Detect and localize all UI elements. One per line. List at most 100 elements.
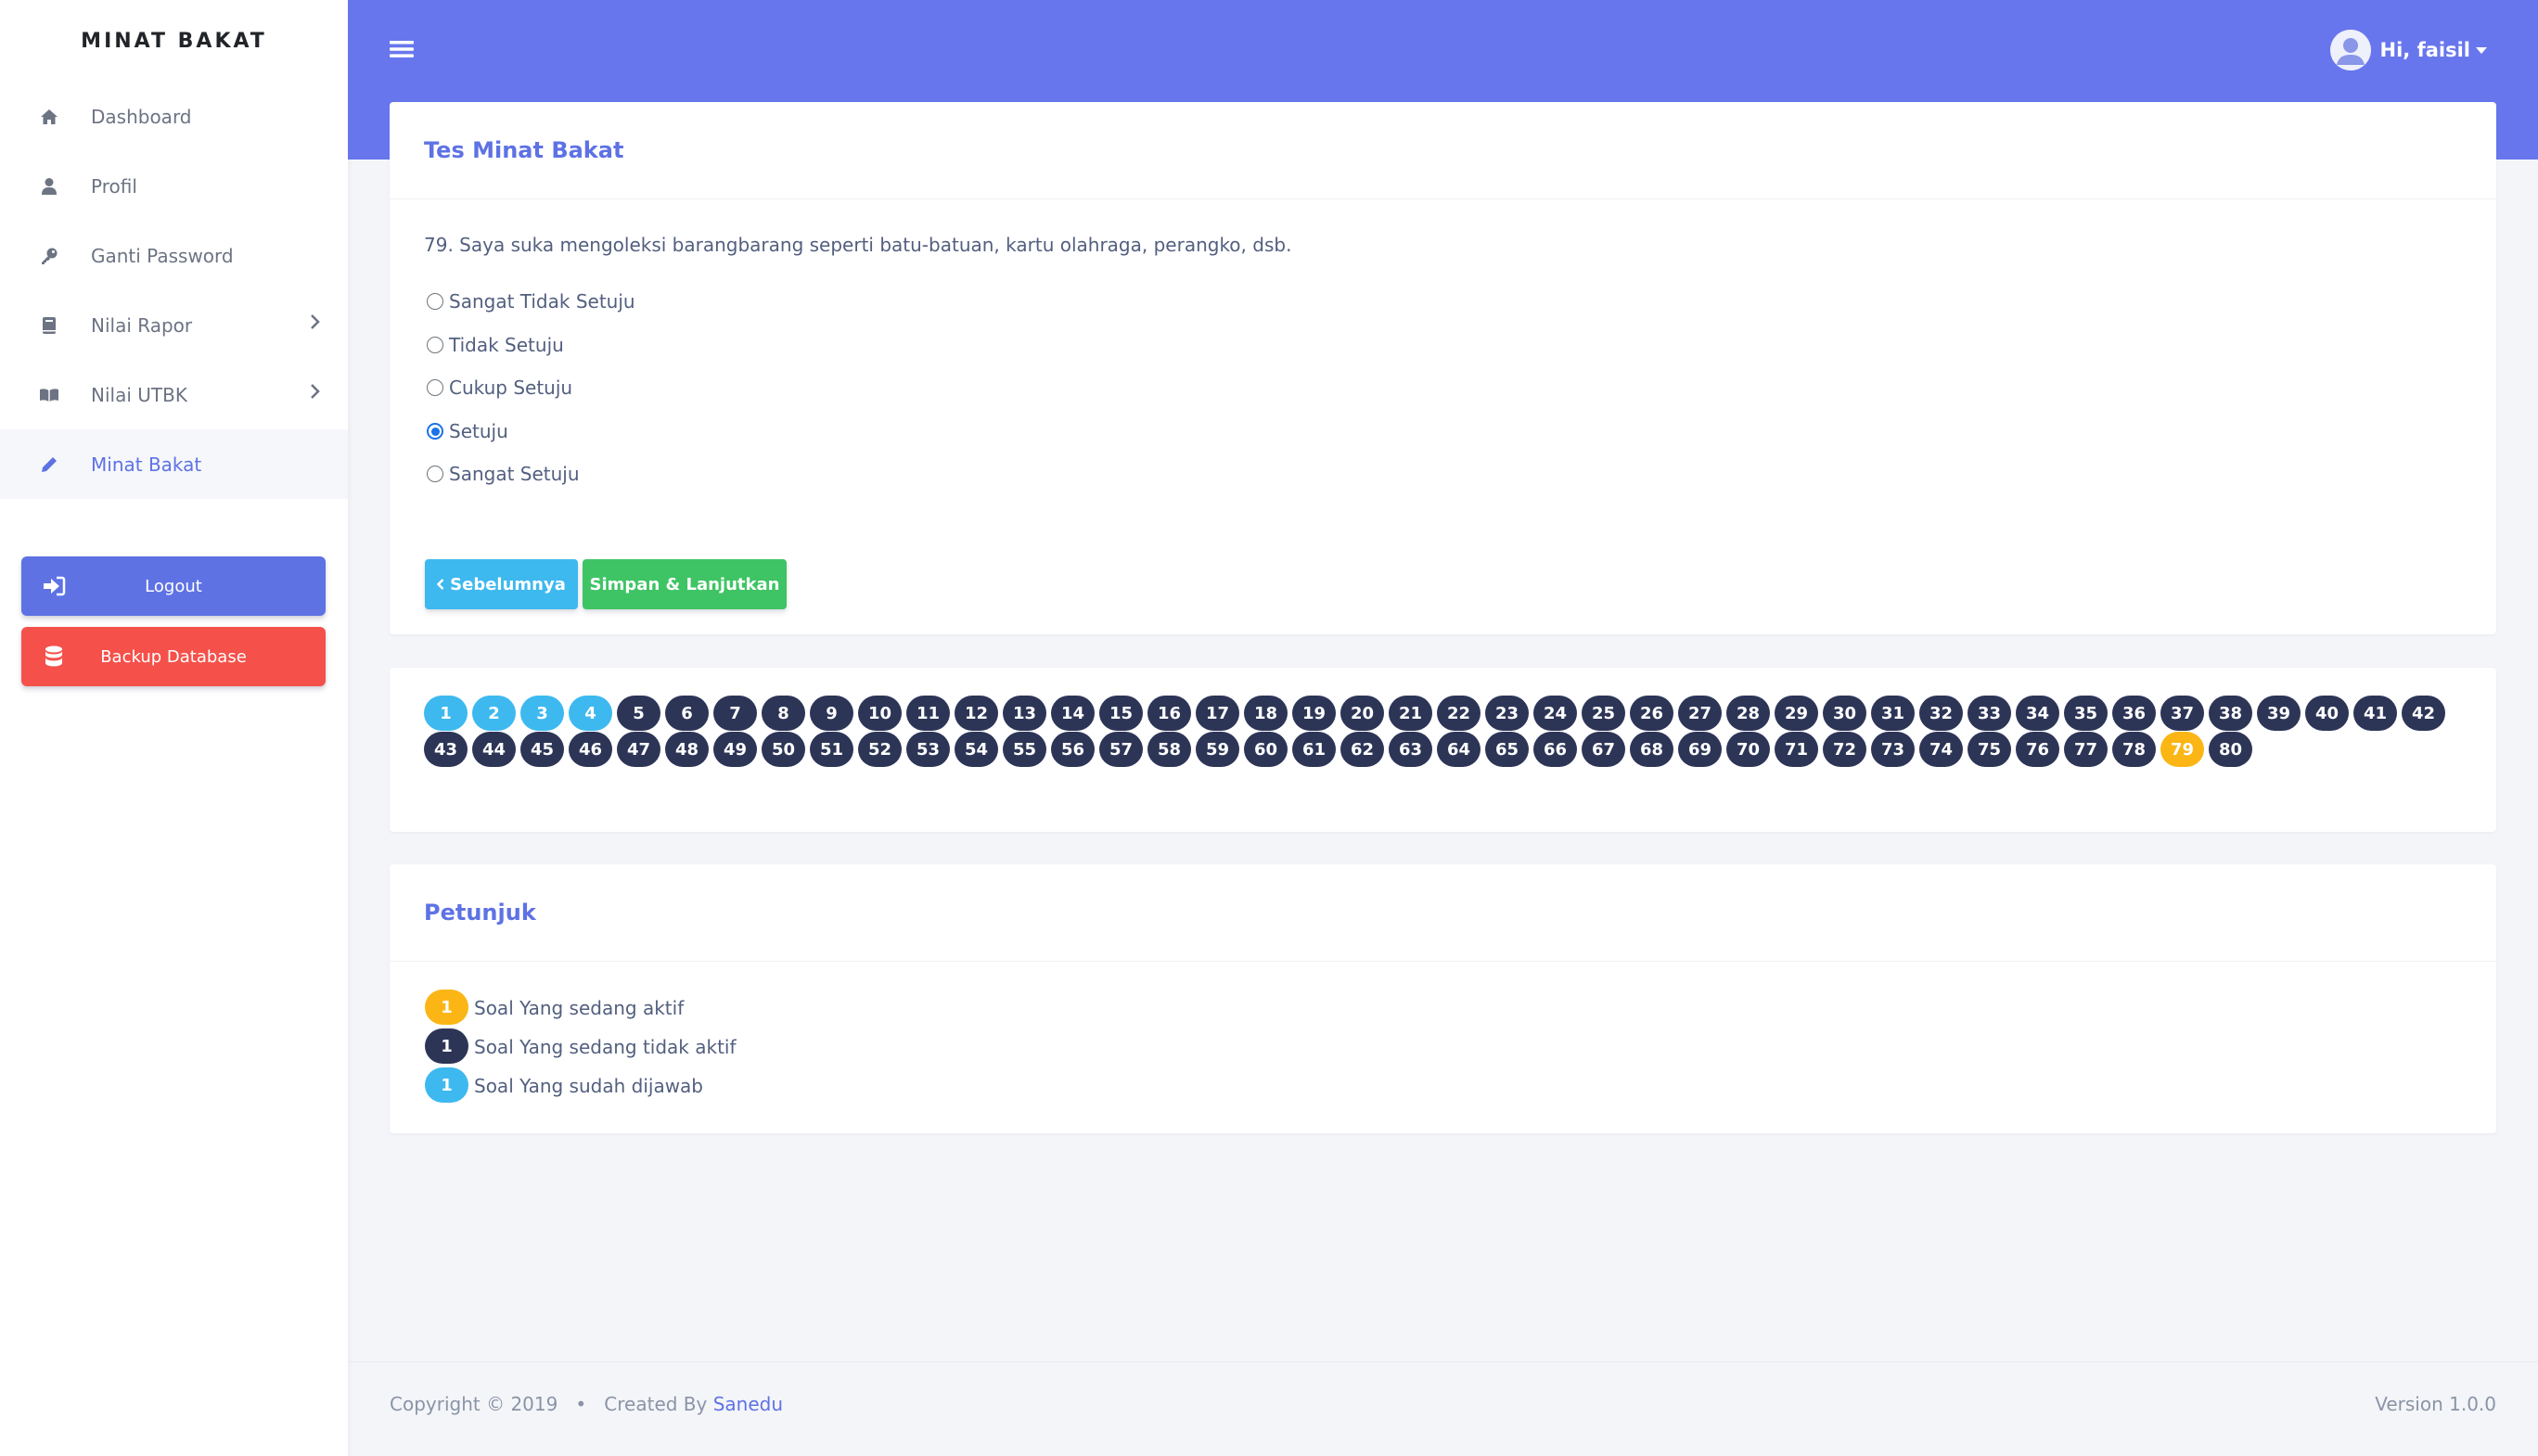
question-number-button[interactable]: 75 [1968,732,2011,767]
sidebar-item-ganti-password[interactable]: Ganti Password [0,221,348,290]
question-number-button[interactable]: 46 [569,732,612,767]
question-number-button[interactable]: 7 [713,696,757,731]
question-number-button[interactable]: 11 [906,696,950,731]
question-number-button[interactable]: 59 [1196,732,1239,767]
question-number-button[interactable]: 24 [1533,696,1577,731]
question-number-button[interactable]: 45 [520,732,564,767]
question-number-button[interactable]: 66 [1533,732,1577,767]
sidebar-item-nilai-rapor[interactable]: Nilai Rapor [0,290,348,360]
question-number-button[interactable]: 77 [2064,732,2108,767]
question-number-button[interactable]: 27 [1678,696,1722,731]
hamburger-menu-icon[interactable] [390,39,414,63]
question-number-button[interactable]: 4 [569,696,612,731]
question-number-button[interactable]: 32 [1919,696,1963,731]
question-number-button[interactable]: 51 [810,732,853,767]
sidebar-item-dashboard[interactable]: Dashboard [0,82,348,151]
question-number-button[interactable]: 55 [1003,732,1046,767]
question-number-button[interactable]: 28 [1726,696,1770,731]
question-number-button[interactable]: 9 [810,696,853,731]
question-number-button[interactable]: 13 [1003,696,1046,731]
option-sangat-tidak-setuju[interactable]: Sangat Tidak Setuju [427,290,635,313]
question-number-button[interactable]: 8 [762,696,805,731]
question-number-button[interactable]: 2 [472,696,516,731]
question-number-button[interactable]: 67 [1582,732,1625,767]
question-number-button[interactable]: 10 [858,696,902,731]
question-number-button[interactable]: 72 [1823,732,1866,767]
question-number-button[interactable]: 21 [1389,696,1432,731]
question-number-button[interactable]: 37 [2160,696,2204,731]
question-number-button[interactable]: 70 [1726,732,1770,767]
question-number-button[interactable]: 57 [1099,732,1143,767]
question-number-button[interactable]: 44 [472,732,516,767]
radio-button[interactable] [427,337,443,353]
question-number-button[interactable]: 47 [617,732,660,767]
question-number-button[interactable]: 26 [1630,696,1673,731]
save-next-button[interactable]: Simpan & Lanjutkan [583,559,787,609]
question-number-button[interactable]: 41 [2353,696,2397,731]
question-number-button[interactable]: 40 [2305,696,2349,731]
question-number-button[interactable]: 3 [520,696,564,731]
question-number-button[interactable]: 42 [2402,696,2445,731]
radio-button-selected[interactable] [427,423,443,440]
question-number-button[interactable]: 68 [1630,732,1673,767]
question-number-button[interactable]: 50 [762,732,805,767]
question-number-button[interactable]: 43 [424,732,468,767]
sidebar-item-profil[interactable]: Profil [0,151,348,221]
question-number-button[interactable]: 23 [1485,696,1529,731]
question-number-button[interactable]: 14 [1051,696,1095,731]
option-cukup-setuju[interactable]: Cukup Setuju [427,377,572,399]
question-number-button[interactable]: 25 [1582,696,1625,731]
question-number-button[interactable]: 71 [1775,732,1818,767]
option-setuju[interactable]: Setuju [427,420,508,442]
radio-button[interactable] [427,466,443,482]
question-number-button[interactable]: 61 [1292,732,1336,767]
option-tidak-setuju[interactable]: Tidak Setuju [427,334,564,356]
question-number-button[interactable]: 33 [1968,696,2011,731]
question-number-button[interactable]: 39 [2257,696,2301,731]
question-number-button[interactable]: 29 [1775,696,1818,731]
user-menu[interactable]: Hi, faisil [2329,30,2487,70]
question-number-button[interactable]: 38 [2209,696,2252,731]
question-number-button[interactable]: 76 [2016,732,2059,767]
question-number-button[interactable]: 54 [955,732,998,767]
question-number-button[interactable]: 36 [2112,696,2156,731]
sidebar-item-minat-bakat[interactable]: Minat Bakat [0,429,348,499]
question-number-button[interactable]: 73 [1871,732,1915,767]
question-number-button[interactable]: 16 [1147,696,1191,731]
question-number-button[interactable]: 49 [713,732,757,767]
question-number-button[interactable]: 17 [1196,696,1239,731]
question-number-button[interactable]: 74 [1919,732,1963,767]
question-number-button[interactable]: 12 [955,696,998,731]
question-number-button[interactable]: 31 [1871,696,1915,731]
option-sangat-setuju[interactable]: Sangat Setuju [427,463,580,485]
question-number-button[interactable]: 6 [665,696,709,731]
question-number-button[interactable]: 63 [1389,732,1432,767]
question-number-button[interactable]: 35 [2064,696,2108,731]
question-number-button[interactable]: 69 [1678,732,1722,767]
question-number-button[interactable]: 64 [1437,732,1480,767]
question-number-button[interactable]: 1 [424,696,468,731]
question-number-button[interactable]: 20 [1340,696,1384,731]
question-number-button[interactable]: 62 [1340,732,1384,767]
author-link[interactable]: Sanedu [713,1393,783,1415]
question-number-button[interactable]: 15 [1099,696,1143,731]
question-number-button[interactable]: 5 [617,696,660,731]
question-number-button[interactable]: 19 [1292,696,1336,731]
question-number-button[interactable]: 65 [1485,732,1529,767]
question-number-button[interactable]: 52 [858,732,902,767]
question-number-button[interactable]: 58 [1147,732,1191,767]
logout-button[interactable]: Logout [21,556,326,616]
sidebar-item-nilai-utbk[interactable]: Nilai UTBK [0,360,348,429]
question-number-button[interactable]: 80 [2209,732,2252,767]
radio-button[interactable] [427,379,443,396]
backup-database-button[interactable]: Backup Database [21,627,326,686]
question-number-button[interactable]: 53 [906,732,950,767]
question-number-button[interactable]: 22 [1437,696,1480,731]
question-number-button[interactable]: 78 [2112,732,2156,767]
question-number-button[interactable]: 18 [1244,696,1288,731]
previous-button[interactable]: Sebelumnya [425,559,578,609]
question-number-button[interactable]: 30 [1823,696,1866,731]
radio-button[interactable] [427,293,443,310]
question-number-button[interactable]: 60 [1244,732,1288,767]
question-number-button[interactable]: 48 [665,732,709,767]
